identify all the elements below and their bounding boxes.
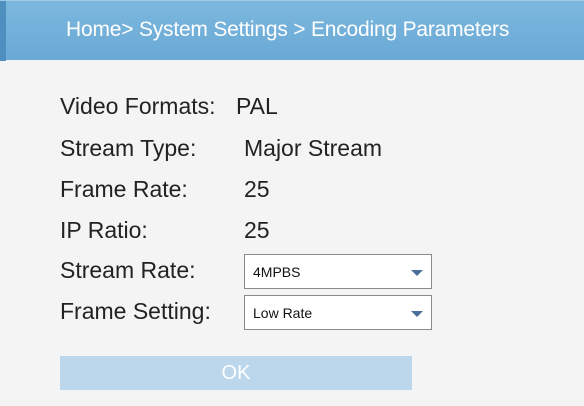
frame-rate-label: Frame Rate:	[60, 176, 188, 202]
frame-setting-dropdown[interactable]: Low Rate	[244, 295, 432, 330]
stream-type-row: Stream Type: Major Stream	[60, 132, 540, 164]
video-formats-label: Video Formats:	[60, 93, 216, 119]
stream-rate-label: Stream Rate:	[60, 257, 196, 283]
frame-setting-label: Frame Setting:	[60, 298, 211, 324]
frame-rate-row: Frame Rate: 25	[60, 173, 540, 205]
ip-ratio-row: IP Ratio: 25	[60, 214, 540, 246]
frame-setting-row: Frame Setting: Low Rate	[60, 295, 540, 330]
stream-rate-selected-value: 4MPBS	[253, 264, 301, 280]
title-bar: Home> System Settings > Encoding Paramet…	[0, 0, 584, 61]
ok-button[interactable]: OK	[60, 356, 412, 390]
breadcrumb: Home> System Settings > Encoding Paramet…	[66, 18, 510, 41]
ip-ratio-value: 25	[244, 217, 270, 243]
video-formats-row: Video Formats: PAL	[60, 90, 540, 122]
ip-ratio-label: IP Ratio:	[60, 217, 148, 243]
stream-type-value: Major Stream	[244, 135, 383, 161]
frame-rate-value: 25	[244, 176, 270, 202]
frame-setting-selected-value: Low Rate	[253, 305, 313, 321]
stream-rate-dropdown[interactable]: 4MPBS	[244, 254, 432, 289]
chevron-down-icon	[411, 270, 423, 276]
stream-rate-row: Stream Rate: 4MPBS	[60, 254, 540, 289]
chevron-down-icon	[411, 311, 423, 317]
video-formats-value: PAL	[236, 93, 278, 119]
title-bar-accent	[0, 1, 6, 61]
stream-type-label: Stream Type:	[60, 135, 197, 161]
